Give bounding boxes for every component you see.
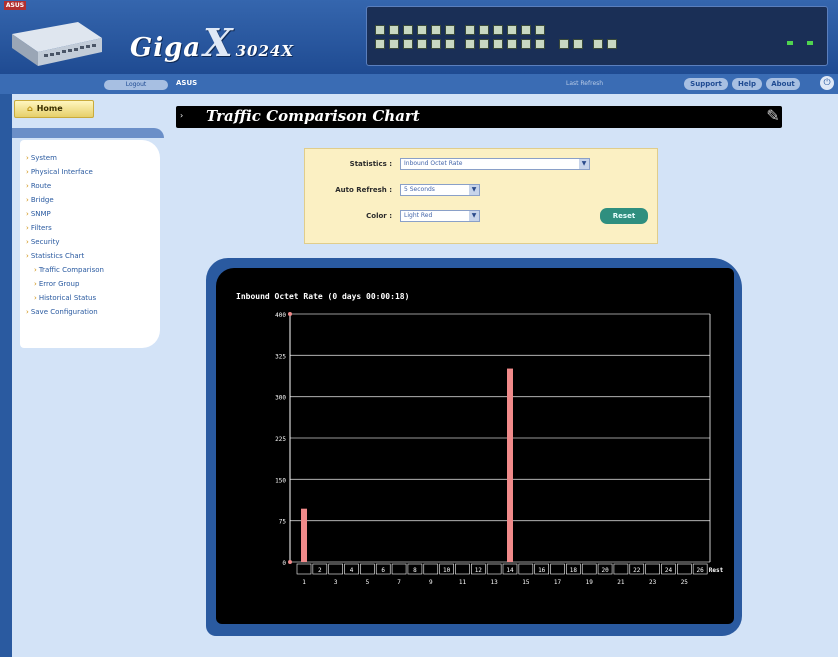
- x-tick-box: [328, 563, 343, 575]
- x-tick-label: 21: [617, 579, 625, 586]
- x-tick-box: [296, 563, 312, 575]
- sidebar-item-statistics-chart[interactable]: › Statistics Chart: [26, 252, 84, 260]
- left-edge: [0, 94, 12, 657]
- x-tick-box: [455, 563, 470, 575]
- home-label: Home: [36, 104, 63, 113]
- x-tick-label: 3: [334, 579, 338, 586]
- x-tick-label: 16: [538, 567, 546, 574]
- about-button[interactable]: About: [766, 78, 800, 90]
- traffic-bar-chart: Inbound Octet Rate (0 days 00:00:18)0751…: [236, 292, 724, 586]
- y-tick-label: 0: [282, 560, 286, 567]
- switch-front-panel: [366, 6, 828, 66]
- bar-port-14: [507, 368, 513, 562]
- x-tick-label: 12: [475, 567, 483, 574]
- sidebar-item-traffic-comparison[interactable]: › Traffic Comparison: [34, 266, 104, 274]
- sidebar-item-system[interactable]: › System: [26, 154, 57, 162]
- home-icon: ⌂: [27, 104, 33, 113]
- status-led: [787, 41, 793, 45]
- y-tick-label: 75: [279, 519, 287, 526]
- x-tick-box: [518, 563, 534, 575]
- sidebar-item-historical-status[interactable]: › Historical Status: [34, 294, 96, 302]
- x-tick-box: [486, 563, 502, 575]
- color-select[interactable]: Light Red ▼: [400, 210, 480, 222]
- auto-refresh-label: Auto Refresh :: [335, 186, 392, 194]
- title-arrow-icon: ›: [180, 111, 184, 120]
- x-tick-label: 2: [318, 567, 322, 574]
- x-tick-label: 1: [302, 579, 306, 586]
- axis-marker: [288, 560, 292, 564]
- sidebar-item-snmp[interactable]: › SNMP: [26, 210, 51, 218]
- x-tick-label: 24: [665, 567, 673, 574]
- user-name: ASUS: [176, 79, 198, 87]
- port-row-top: [375, 25, 545, 37]
- sidebar-item-security[interactable]: › Security: [26, 238, 60, 246]
- x-tick-label: 10: [443, 567, 451, 574]
- reset-button[interactable]: Reset: [600, 208, 648, 224]
- y-tick-label: 300: [275, 395, 286, 402]
- sidebar-rail: [12, 128, 164, 138]
- bar-port-1: [301, 508, 307, 562]
- x-tick-label: 15: [522, 579, 530, 586]
- y-tick-label: 225: [275, 436, 286, 443]
- x-tick-box: [360, 563, 375, 575]
- help-button[interactable]: Help: [732, 78, 762, 90]
- power-icon[interactable]: ⏻: [820, 76, 834, 90]
- y-tick-label: 400: [275, 312, 286, 319]
- chart-title: Inbound Octet Rate (0 days 00:00:18): [236, 292, 409, 301]
- chevron-down-icon: ▼: [469, 211, 479, 221]
- x-tick-label: 13: [491, 579, 499, 586]
- status-led: [807, 41, 813, 45]
- x-tick-label: 17: [554, 579, 562, 586]
- x-tick-box: [677, 563, 692, 575]
- auto-refresh-select[interactable]: 5 Seconds ▼: [400, 184, 480, 196]
- tools-icon: ✎: [766, 106, 780, 125]
- sidebar-item-physical-interface[interactable]: › Physical Interface: [26, 168, 93, 176]
- home-tab[interactable]: ⌂ Home: [14, 100, 94, 118]
- asus-logo: ASUS: [4, 1, 26, 10]
- x-tick-box: [581, 563, 597, 575]
- product-brand: GigaX 3024X: [130, 20, 294, 65]
- chevron-down-icon: ▼: [469, 185, 479, 195]
- last-refresh-text: Last Refresh: [566, 80, 604, 87]
- x-tick-label: 8: [413, 567, 417, 574]
- support-button[interactable]: Support: [684, 78, 728, 90]
- x-tick-label: 22: [633, 567, 641, 574]
- x-tick-box: [613, 563, 629, 575]
- x-tick-label: 25: [681, 579, 689, 586]
- logout-button[interactable]: Logout: [104, 80, 168, 90]
- sidebar-item-bridge[interactable]: › Bridge: [26, 196, 54, 204]
- x-tick-label: 23: [649, 579, 657, 586]
- y-tick-label: 150: [275, 477, 286, 484]
- x-tick-label: 18: [570, 567, 578, 574]
- statistics-select[interactable]: Inbound Octet Rate ▼: [400, 158, 590, 170]
- x-tick-label: 11: [459, 579, 467, 586]
- x-tick-label: 14: [506, 567, 514, 574]
- statistics-label: Statistics :: [349, 160, 392, 168]
- page-title: Traffic Comparison Chart: [206, 107, 420, 125]
- color-label: Color :: [366, 212, 392, 220]
- x-tick-label: 6: [381, 567, 385, 574]
- x-tick-label: 4: [350, 567, 354, 574]
- sidebar-item-error-group[interactable]: › Error Group: [34, 280, 79, 288]
- sidebar-item-route[interactable]: › Route: [26, 182, 51, 190]
- x-tick-label: Rest: [709, 567, 724, 574]
- header-banner: ASUS GigaX 3024X: [0, 0, 838, 74]
- x-tick-label: 7: [397, 579, 401, 586]
- x-tick-box: [423, 563, 439, 575]
- axis-marker: [288, 312, 292, 316]
- y-tick-label: 325: [275, 353, 286, 360]
- x-tick-box: [645, 563, 660, 575]
- x-tick-box: [391, 563, 407, 575]
- switch-device-image: [12, 22, 102, 66]
- x-tick-box: [550, 563, 565, 575]
- x-tick-label: 19: [586, 579, 594, 586]
- sidebar-item-filters[interactable]: › Filters: [26, 224, 52, 232]
- x-tick-label: 26: [697, 567, 705, 574]
- x-tick-label: 9: [429, 579, 433, 586]
- port-row-bottom: [375, 39, 617, 51]
- sidebar-item-save-configuration[interactable]: › Save Configuration: [26, 308, 98, 316]
- chevron-down-icon: ▼: [579, 159, 589, 169]
- x-tick-label: 5: [366, 579, 370, 586]
- x-tick-label: 20: [601, 567, 609, 574]
